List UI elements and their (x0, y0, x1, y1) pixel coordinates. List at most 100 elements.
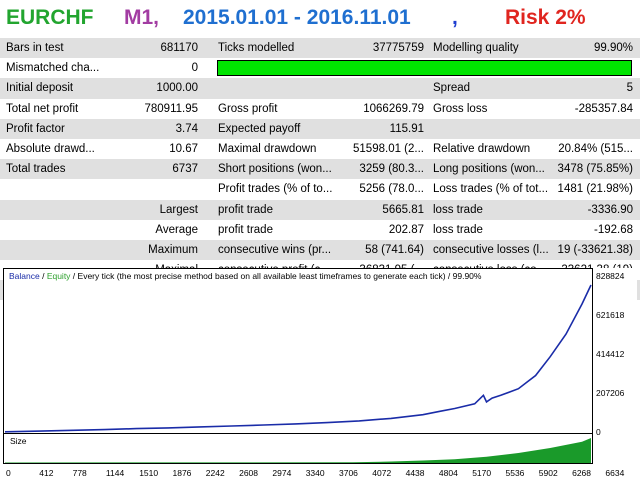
modelling-quality-bar (217, 60, 632, 77)
legend-description: / Every tick (the most precise method ba… (70, 271, 482, 281)
symbol-title: EURCHF (6, 6, 94, 29)
report-cell-value-2: 58 (741.64) (365, 243, 424, 256)
report-cell-value-2: 5256 (78.0... (359, 183, 424, 196)
title-separator: , (452, 6, 458, 29)
x-tick-label: 4804 (438, 468, 458, 478)
report-cell-label-2: consecutive wins (pr... (218, 243, 332, 256)
period-title: M1, (124, 6, 160, 29)
report-cell-label-2: Maximal drawdown (218, 142, 317, 155)
chart-legend: Balance / Equity / Every tick (the most … (9, 271, 481, 281)
legend-equity: Equity (46, 271, 71, 281)
report-row: Profit factor 3.74 Expected payoff 115.91 (0, 118, 640, 139)
report-row: Total net profit 780911.95 Gross profit 106… (0, 98, 640, 119)
report-table: Bars in test 681170 Ticks modelled 37775759… (0, 38, 640, 301)
report-cell-label-1: Total trades (6, 163, 66, 176)
x-tick-label: 5902 (538, 468, 558, 478)
x-tick-label: 2608 (239, 468, 259, 478)
report-cell-value-2: 202.87 (388, 223, 424, 236)
report-cell-value-1 (108, 179, 198, 199)
report-row: Profit trades (% of to... 5256 (78.0... Lo… (0, 179, 640, 200)
report-cell-label-1: Maximum (148, 243, 198, 256)
report-cell-value-1: 1000.00 (156, 82, 198, 95)
report-header: EURCHF M1, 2015.01.01 - 2016.11.01 , Ris… (0, 0, 640, 38)
report-cell-label-2: profit trade (218, 223, 273, 236)
x-tick-label: 1144 (105, 468, 125, 478)
size-area (5, 438, 591, 463)
report-cell-value-1: 681170 (160, 42, 198, 54)
report-cell-value-3: 99.90% (593, 42, 633, 54)
report-cell-value-1: 780911.95 (144, 102, 198, 115)
risk-title: Risk 2% (505, 6, 586, 29)
legend-separator: / (39, 271, 47, 281)
report-row: Absolute drawd... 10.67 Maximal drawdown 51… (0, 138, 640, 160)
report-cell-label-2: Gross profit (218, 102, 278, 115)
report-cell-value-3: -192.68 (593, 223, 633, 236)
report-cell-label-1: Absolute drawd... (6, 142, 95, 155)
report-cell-value-3: 20.84% (515... (558, 142, 633, 155)
balance-line (4, 284, 592, 433)
report-cell-label-1: Mismatched cha... (6, 62, 100, 75)
x-tick-label: 6634 (605, 468, 625, 478)
report-cell-label-2: profit trade (218, 203, 273, 216)
legend-balance: Balance (9, 271, 40, 281)
report-cell-value-2: 1066269.79 (363, 102, 424, 115)
report-cell-value-3: -3336.90 (587, 203, 633, 216)
report-cell-label-2: Short positions (won... (218, 163, 332, 176)
y-tick-label: 828824 (596, 271, 625, 281)
x-tick-label: 2242 (205, 468, 225, 478)
report-cell-value-1: 3.74 (175, 122, 198, 135)
x-tick-label: 4072 (372, 468, 392, 478)
report-cell-value-2: 51598.01 (2... (353, 142, 424, 155)
date-range-title: 2015.01.01 - 2016.11.01 (183, 6, 411, 29)
report-cell-value-3: 1481 (21.98%) (557, 183, 633, 196)
report-cell-label-1: Initial deposit (6, 82, 74, 95)
report-cell-label-1 (6, 179, 108, 199)
report-cell-label-2 (218, 78, 348, 98)
report-cell-label-2: Ticks modelled (218, 42, 295, 54)
y-tick-label: 0 (596, 427, 601, 437)
report-cell-label-1: Largest (159, 203, 198, 216)
report-cell-value-3: 19 (-33621.38) (557, 243, 633, 256)
report-cell-label-1: Bars in test (6, 42, 64, 54)
report-cell-value-3: -285357.84 (574, 102, 633, 115)
report-cell-value-3: 5 (626, 82, 633, 95)
y-tick-label: 414412 (596, 349, 625, 359)
x-tick-label: 3340 (305, 468, 325, 478)
report-cell-value-1: 10.67 (169, 142, 198, 155)
report-row: Average profit trade 202.87 loss trade -192.… (0, 219, 640, 240)
x-tick-label: 1876 (172, 468, 192, 478)
x-tick-label: 778 (72, 468, 87, 478)
report-cell-value-3 (520, 119, 633, 139)
report-row: Initial deposit 1000.00 Spread 5 (0, 78, 640, 99)
x-tick-label: 1510 (139, 468, 159, 478)
report-row: Mismatched cha... 0 (0, 58, 640, 79)
report-cell-label-1: Profit factor (6, 122, 65, 135)
report-cell-value-2: 115.91 (389, 122, 424, 135)
x-tick-label: 0 (6, 468, 11, 478)
report-cell-value-2 (340, 78, 424, 98)
report-row: Maximum consecutive wins (pr... 58 (741.64… (0, 239, 640, 261)
report-cell-value-1: 6737 (172, 163, 198, 176)
x-tick-label: 6268 (572, 468, 592, 478)
report-row: Bars in test 681170 Ticks modelled 37775759… (0, 38, 640, 59)
x-tick-label: 412 (39, 468, 54, 478)
x-tick-label: 5170 (472, 468, 492, 478)
x-tick-label: 5536 (505, 468, 525, 478)
report-cell-value-2: 37775759 (372, 42, 424, 54)
report-row: Total trades 6737 Short positions (won... 3… (0, 159, 640, 180)
report-row: Largest profit trade 5665.81 loss trade -333… (0, 199, 640, 220)
report-cell-label-1: Average (155, 223, 198, 236)
y-tick-label: 621618 (596, 310, 625, 320)
report-cell-value-2: 5665.81 (382, 203, 424, 216)
report-cell-label-2: Expected payoff (218, 122, 301, 135)
report-cell-value-2: 3259 (80.3... (359, 163, 424, 176)
report-cell-label-1: Total net profit (6, 102, 79, 115)
x-tick-label: 3706 (339, 468, 358, 478)
chart-svg (4, 284, 592, 463)
report-cell-value-3: 3478 (75.85%) (557, 163, 633, 176)
x-tick-label: 2974 (272, 468, 292, 478)
report-cell-value-1: 0 (191, 62, 198, 75)
x-tick-label: 4438 (405, 468, 425, 478)
y-tick-label: 207206 (596, 388, 625, 398)
balance-chart: Size Balance / Equity / Every tick (the … (3, 268, 637, 480)
